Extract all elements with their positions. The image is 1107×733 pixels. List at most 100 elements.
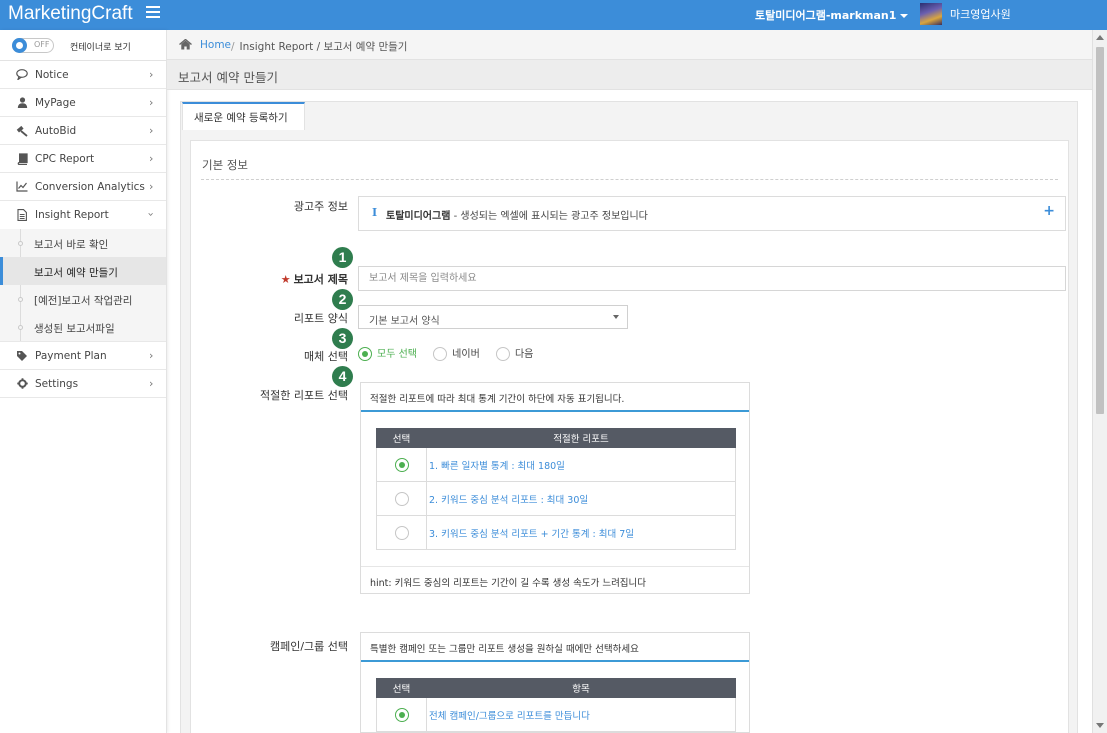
- gear-icon: [16, 378, 28, 390]
- advertiser-info-box: I 토탈미디어그램 - 생성되는 엑셀에 표시되는 광고주 정보입니다 +: [358, 196, 1066, 231]
- breadcrumb: Home / Insight Report / 보고서 예약 만들기: [167, 30, 1092, 60]
- tag-icon: [16, 350, 28, 362]
- submenu-item-label: 보고서 바로 확인: [34, 239, 109, 251]
- chevron-down-icon: ›: [144, 212, 158, 217]
- submenu-item-label: [예전]보고서 작업관리: [34, 295, 133, 307]
- sidebar-item-mypage[interactable]: MyPage ›: [0, 89, 166, 117]
- media-radio-naver[interactable]: 네이버: [433, 347, 480, 362]
- row-radio[interactable]: [394, 707, 409, 722]
- campaign-table: 선택 항목 전체 캠페인/그룹으로 리포트를 만듭니다: [376, 678, 736, 732]
- tabs-container: 새로운 예약 등록하기 기본 정보 광고주 정보 I 토탈미디어그램 - 생성되…: [180, 101, 1078, 733]
- line-chart-icon: [16, 181, 28, 193]
- page-header: 보고서 예약 만들기: [167, 60, 1092, 90]
- comment-icon: [16, 69, 28, 82]
- radio-label: 네이버: [452, 349, 480, 360]
- row-radio[interactable]: [394, 525, 409, 540]
- table-row[interactable]: 1. 빠른 일자별 통계 : 최대 180일: [376, 447, 736, 482]
- table-row[interactable]: 2. 키워드 중심 분석 리포트 : 최대 30일: [376, 481, 736, 516]
- table-cell[interactable]: 전체 캠페인/그룹으로 리포트를 만듭니다: [426, 697, 736, 732]
- chevron-right-icon: ›: [149, 377, 154, 390]
- user-menu[interactable]: 토탈미디어그램-markman1: [755, 7, 909, 23]
- callout-1-icon: 1: [332, 247, 353, 268]
- info-icon: I: [372, 206, 378, 219]
- sidebar-item-conversion-analytics[interactable]: Conversion Analytics ›: [0, 173, 166, 201]
- chevron-right-icon: ›: [149, 349, 154, 362]
- breadcrumb-path: Insight Report / 보고서 예약 만들기: [239, 41, 408, 53]
- user-role: 마크영업사원: [950, 8, 1011, 21]
- sidebar-item-settings[interactable]: Settings ›: [0, 370, 166, 398]
- chevron-right-icon: ›: [149, 180, 154, 193]
- callout-4-icon: 4: [332, 366, 353, 387]
- sidebar-item-cpc-report[interactable]: CPC Report ›: [0, 145, 166, 173]
- report-card-head: 적절한 리포트에 따라 최대 통계 기간이 하단에 자동 표기됩니다.: [361, 383, 749, 412]
- chevron-right-icon: ›: [149, 68, 154, 81]
- home-icon[interactable]: [179, 38, 192, 50]
- submenu-item-report-view[interactable]: 보고서 바로 확인: [0, 229, 166, 257]
- sidebar-item-label: Settings: [35, 378, 79, 390]
- media-radio-all[interactable]: 모두 선택: [358, 347, 417, 362]
- sidebar-item-label: AutoBid: [35, 125, 77, 137]
- column-header: 선택: [376, 428, 427, 448]
- media-radio-group: 모두 선택 네이버 다음: [358, 347, 546, 362]
- table-header-row: 선택 항목: [376, 678, 736, 698]
- table-row[interactable]: 3. 키워드 중심 분석 리포트 + 기간 통계 : 최대 7일: [376, 515, 736, 550]
- table-cell[interactable]: 2. 키워드 중심 분석 리포트 : 최대 30일: [426, 481, 736, 516]
- submenu-item-legacy-job-manage[interactable]: [예전]보고서 작업관리: [0, 285, 166, 313]
- advertiser-info: 토탈미디어그램 - 생성되는 엑셀에 표시되는 광고주 정보입니다: [386, 207, 648, 222]
- radio-circle: [433, 347, 448, 361]
- breadcrumb-home-link[interactable]: Home: [200, 39, 231, 51]
- sidebar-item-insight-report[interactable]: Insight Report ›: [0, 201, 166, 229]
- submenu-item-report-schedule[interactable]: 보고서 예약 만들기: [0, 257, 166, 285]
- container-view-toggle[interactable]: OFF: [12, 38, 54, 53]
- container-view-row: OFF 컨테이너로 보기: [0, 30, 166, 61]
- sidebar-item-autobid[interactable]: AutoBid ›: [0, 117, 166, 145]
- submenu-item-label: 생성된 보고서파일: [34, 323, 115, 335]
- table-header-row: 선택 적절한 리포트: [376, 428, 736, 448]
- scroll-down-icon[interactable]: [1096, 723, 1104, 728]
- radio-circle: [358, 347, 372, 361]
- sidebar-item-notice[interactable]: Notice ›: [0, 61, 166, 89]
- submenu-dot: [18, 241, 23, 246]
- chevron-right-icon: ›: [149, 96, 154, 109]
- table-cell: [376, 447, 427, 482]
- sidebar-item-label: Payment Plan: [35, 350, 107, 362]
- document-icon: [16, 209, 28, 221]
- template-select[interactable]: 기본 보고서 양식: [358, 305, 628, 329]
- dropdown-arrow-icon: [613, 315, 619, 319]
- brand-logo[interactable]: MarketingCraft: [8, 3, 133, 25]
- toggle-label: 컨테이너로 보기: [70, 43, 131, 53]
- row-radio[interactable]: [394, 491, 409, 506]
- submenu-item-generated-files[interactable]: 생성된 보고서파일: [0, 313, 166, 341]
- breadcrumb-sep: /: [231, 41, 235, 53]
- media-label: 매체 선택: [304, 350, 348, 363]
- table-cell[interactable]: 1. 빠른 일자별 통계 : 최대 180일: [426, 447, 736, 482]
- user-name: 토탈미디어그램-markman1: [755, 9, 897, 22]
- row-radio[interactable]: [394, 457, 409, 472]
- report-title-input[interactable]: [358, 266, 1066, 291]
- sidebar-item-label: Insight Report: [35, 209, 109, 221]
- top-bar: MarketingCraft 토탈미디어그램-markman1 마크영업사원: [0, 0, 1107, 30]
- user-icon: [16, 97, 28, 109]
- chevron-right-icon: ›: [149, 152, 154, 165]
- sidebar-item-payment-plan[interactable]: Payment Plan ›: [0, 342, 166, 370]
- table-cell: [376, 481, 427, 516]
- scroll-thumb[interactable]: [1096, 47, 1104, 414]
- section-divider: [201, 179, 1058, 180]
- tab-new-reservation[interactable]: 새로운 예약 등록하기: [182, 102, 305, 130]
- gavel-icon: [16, 125, 28, 137]
- table-row[interactable]: 전체 캠페인/그룹으로 리포트를 만듭니다: [376, 697, 736, 732]
- menu-toggle-icon[interactable]: [146, 6, 160, 19]
- form-panel: 기본 정보 광고주 정보 I 토탈미디어그램 - 생성되는 엑셀에 표시되는 광…: [190, 140, 1069, 733]
- scroll-up-icon[interactable]: [1096, 35, 1104, 40]
- page-scrollbar[interactable]: [1092, 30, 1107, 733]
- advertiser-name: 토탈미디어그램: [386, 211, 451, 222]
- media-radio-daum[interactable]: 다음: [495, 347, 533, 362]
- avatar[interactable]: [920, 3, 942, 25]
- breadcrumb-current: / Insight Report / 보고서 예약 만들기: [231, 39, 407, 54]
- book-icon: [16, 153, 28, 166]
- table-cell[interactable]: 3. 키워드 중심 분석 리포트 + 기간 통계 : 최대 7일: [426, 515, 736, 550]
- submenu-dot: [18, 297, 23, 302]
- report-title-label-text: 보고서 제목: [293, 273, 348, 286]
- expand-plus-icon[interactable]: +: [1043, 203, 1055, 219]
- required-star-icon: ★: [280, 273, 291, 286]
